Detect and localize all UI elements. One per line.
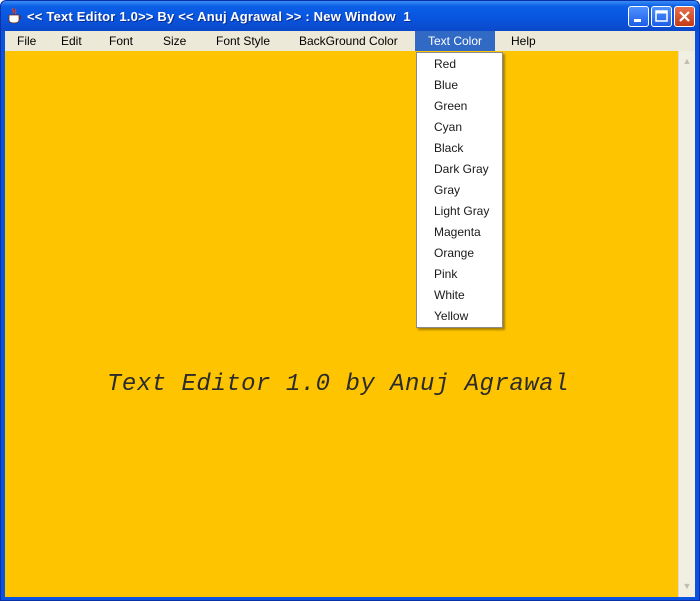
text-color-option-light-gray[interactable]: Light Gray [434,201,489,222]
text-color-option-red[interactable]: Red [434,54,456,75]
vertical-scrollbar[interactable]: ▲ ▼ [678,51,695,597]
scroll-up-arrow-icon[interactable]: ▲ [679,53,695,70]
menu-edit[interactable]: Edit [55,31,88,51]
java-cup-icon[interactable] [6,7,22,25]
text-color-option-cyan[interactable]: Cyan [434,117,462,138]
close-button[interactable] [674,6,695,27]
menu-text-color[interactable]: Text Color [415,31,496,51]
text-color-option-blue[interactable]: Blue [434,75,458,96]
maximize-button[interactable] [651,6,672,27]
editor-content[interactable]: Text Editor 1.0 by Anuj Agrawal [107,371,569,398]
text-color-option-orange[interactable]: Orange [434,243,474,264]
menu-font-style[interactable]: Font Style [210,31,276,51]
menu-background-color[interactable]: BackGround Color [293,31,404,51]
window-bottom-border [1,597,699,600]
text-color-option-pink[interactable]: Pink [434,264,457,285]
maximize-icon [655,10,668,22]
menu-file[interactable]: File [11,31,42,51]
text-color-option-dark-gray[interactable]: Dark Gray [434,159,489,180]
title-bar[interactable]: << Text Editor 1.0>> By << Anuj Agrawal … [1,1,699,31]
text-area[interactable]: Text Editor 1.0 by Anuj Agrawal [5,51,678,597]
menu-help[interactable]: Help [505,31,542,51]
text-color-option-yellow[interactable]: Yellow [434,306,468,327]
close-icon [679,11,690,22]
text-color-option-black[interactable]: Black [434,138,463,159]
menu-bar: File Edit Font Size Font Style BackGroun… [5,31,695,52]
scroll-down-arrow-icon[interactable]: ▼ [679,578,695,595]
minimize-icon [634,19,641,22]
text-color-option-gray[interactable]: Gray [434,180,460,201]
menu-font[interactable]: Font [103,31,139,51]
window-title: << Text Editor 1.0>> By << Anuj Agrawal … [27,9,411,24]
menu-size[interactable]: Size [157,31,192,51]
text-color-option-magenta[interactable]: Magenta [434,222,481,243]
minimize-button[interactable] [628,6,649,27]
app-window: << Text Editor 1.0>> By << Anuj Agrawal … [0,0,700,601]
text-color-option-green[interactable]: Green [434,96,467,117]
text-color-option-white[interactable]: White [434,285,465,306]
text-color-dropdown: Red Blue Green Cyan Black Dark Gray Gray… [416,52,503,328]
